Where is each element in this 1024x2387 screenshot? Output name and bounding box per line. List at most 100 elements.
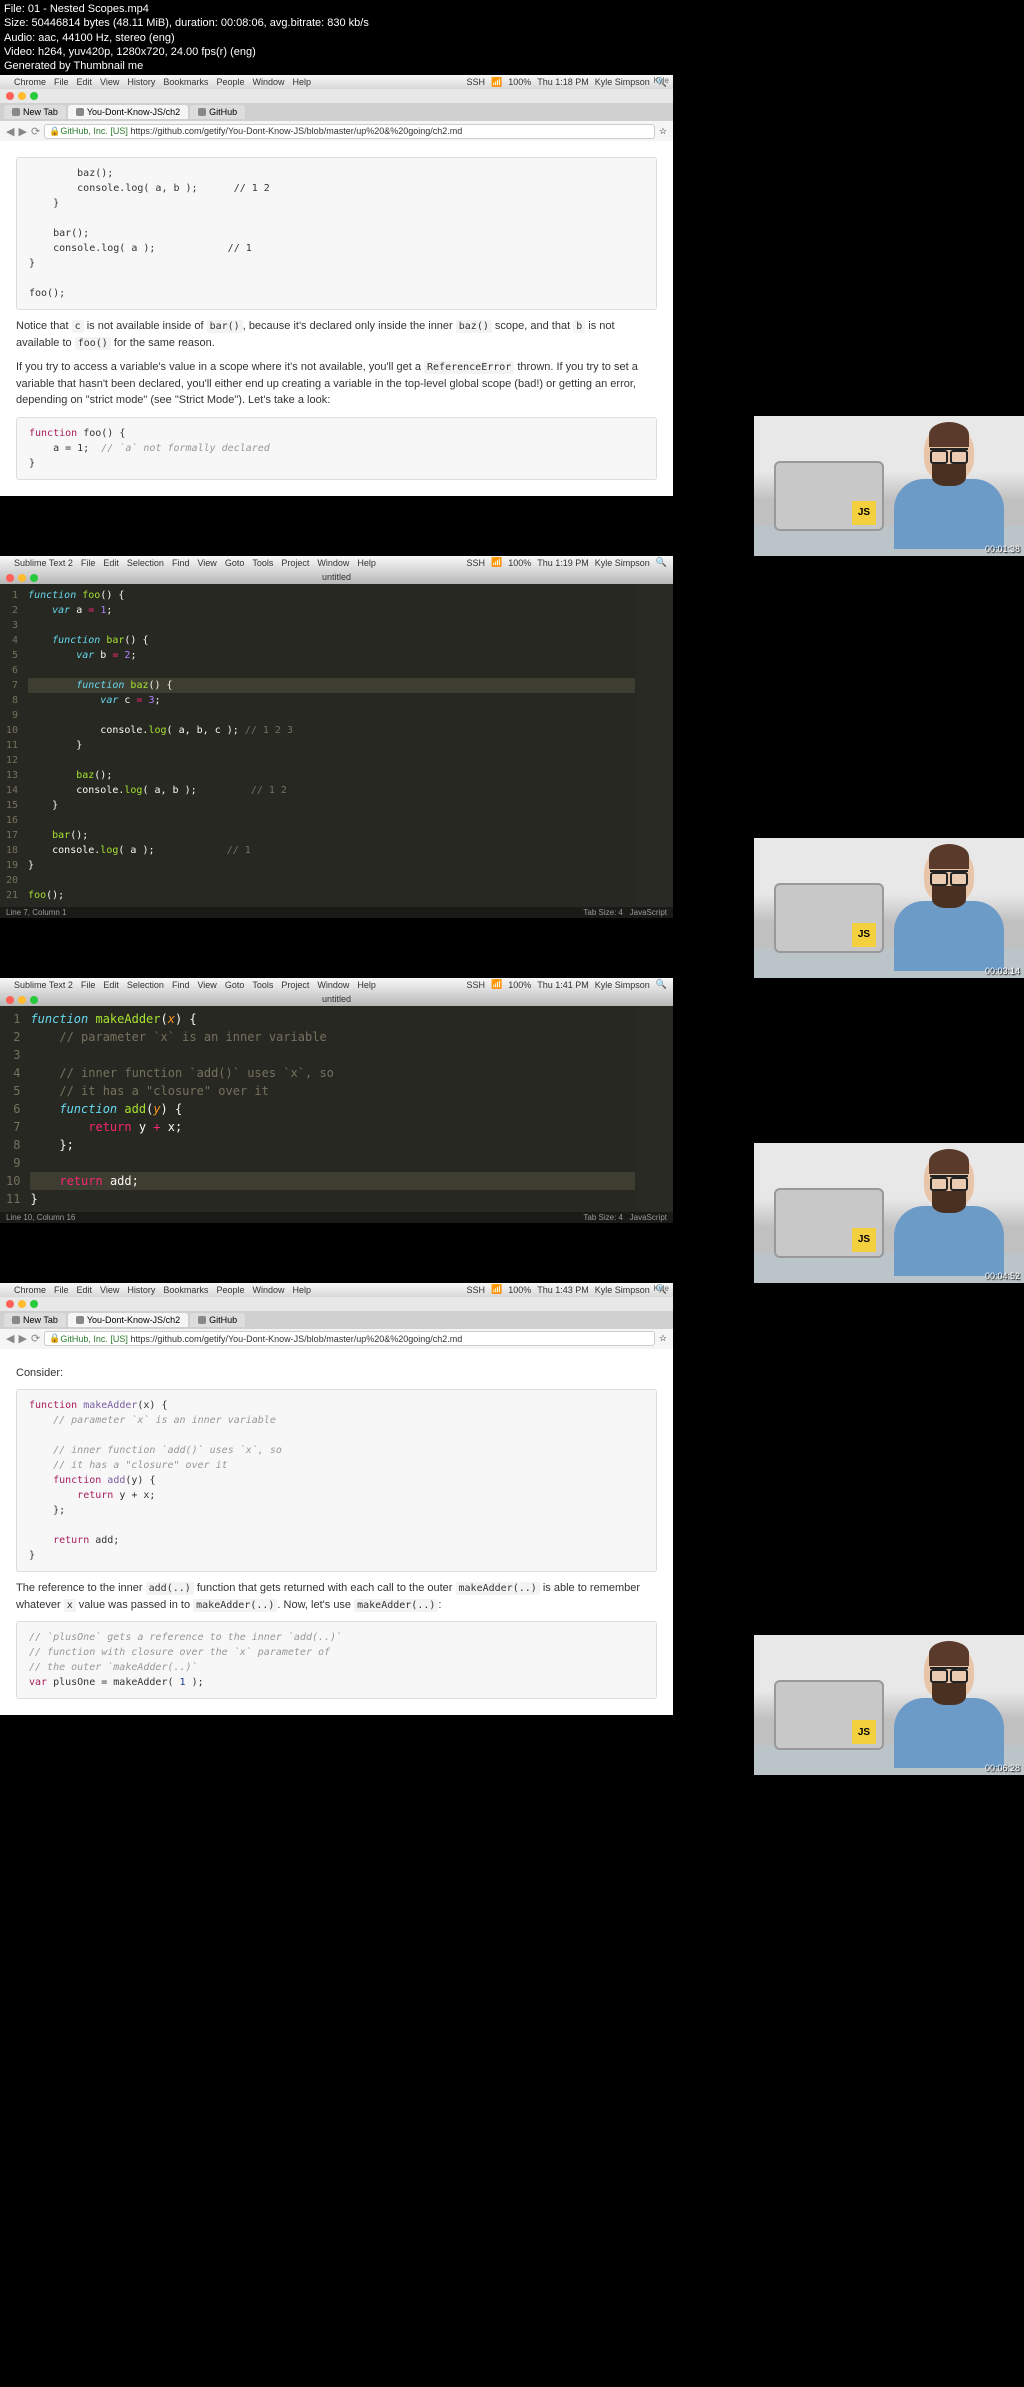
menu-edit[interactable]: Edit — [103, 980, 119, 990]
cursor-position: Line 7, Column 1 — [6, 908, 66, 917]
browser-tab[interactable]: New Tab — [4, 105, 66, 119]
menu-help[interactable]: Help — [357, 558, 376, 568]
back-button[interactable]: ◀ — [6, 125, 14, 138]
wifi-icon: 📶 — [491, 979, 502, 990]
menu-bookmarks[interactable]: Bookmarks — [163, 1285, 208, 1295]
syntax-mode[interactable]: JavaScript — [630, 1213, 667, 1222]
editor[interactable]: 1234567891011 function makeAdder(x) { //… — [0, 1006, 673, 1212]
minimap[interactable] — [637, 584, 673, 907]
laptop: JS — [774, 1188, 904, 1273]
menu-project[interactable]: Project — [281, 558, 309, 568]
menu-bookmarks[interactable]: Bookmarks — [163, 77, 208, 87]
menu-view[interactable]: View — [100, 1285, 119, 1295]
menu-file[interactable]: File — [81, 558, 96, 568]
menu-file[interactable]: File — [81, 980, 96, 990]
url-input[interactable]: 🔒GitHub, Inc. [US] https://github.com/ge… — [44, 124, 655, 139]
browser-tab[interactable]: GitHub — [190, 1313, 245, 1327]
menu-app[interactable]: Chrome — [14, 1285, 46, 1295]
minimap[interactable] — [637, 1006, 673, 1212]
browser-tab-active[interactable]: You-Dont-Know-JS/ch2 — [68, 105, 188, 119]
menu-people[interactable]: People — [216, 77, 244, 87]
menu-selection[interactable]: Selection — [127, 558, 164, 568]
close-button[interactable] — [6, 1300, 14, 1308]
menu-find[interactable]: Find — [172, 558, 190, 568]
menu-people[interactable]: People — [216, 1285, 244, 1295]
bookmark-icon[interactable]: ☆ — [659, 1333, 667, 1344]
menu-help[interactable]: Help — [357, 980, 376, 990]
menu-goto[interactable]: Goto — [225, 558, 245, 568]
window-controls: Kyle — [0, 1297, 673, 1311]
paragraph: Consider: — [16, 1365, 657, 1382]
minimize-button[interactable] — [18, 574, 26, 582]
search-icon[interactable]: 🔍 — [656, 979, 667, 990]
browser-tab[interactable]: New Tab — [4, 1313, 66, 1327]
menu-find[interactable]: Find — [172, 980, 190, 990]
minimize-button[interactable] — [18, 996, 26, 1004]
close-button[interactable] — [6, 574, 14, 582]
back-button[interactable]: ◀ — [6, 1332, 14, 1345]
menu-history[interactable]: History — [127, 1285, 155, 1295]
profile-name[interactable]: Kyle — [653, 76, 669, 85]
close-button[interactable] — [6, 92, 14, 100]
menu-window[interactable]: Window — [317, 558, 349, 568]
menu-view[interactable]: View — [197, 980, 216, 990]
url-input[interactable]: 🔒GitHub, Inc. [US] https://github.com/ge… — [44, 1331, 655, 1346]
menu-help[interactable]: Help — [292, 77, 311, 87]
menu-history[interactable]: History — [127, 77, 155, 87]
menu-view[interactable]: View — [197, 558, 216, 568]
tab-size[interactable]: Tab Size: 4 — [583, 1213, 623, 1222]
menu-edit[interactable]: Edit — [103, 558, 119, 568]
menu-tools[interactable]: Tools — [252, 558, 273, 568]
menu-edit[interactable]: Edit — [77, 1285, 93, 1295]
clock: Thu 1:43 PM — [537, 1285, 589, 1295]
minimize-button[interactable] — [18, 1300, 26, 1308]
instructor — [894, 1153, 1004, 1283]
close-button[interactable] — [6, 996, 14, 1004]
profile-name[interactable]: Kyle — [653, 1284, 669, 1293]
reload-button[interactable]: ⟳ — [31, 125, 40, 138]
menu-file[interactable]: File — [54, 1285, 69, 1295]
browser-window: Kyle New Tab You-Dont-Know-JS/ch2 GitHub… — [0, 1297, 673, 1716]
tab-size[interactable]: Tab Size: 4 — [583, 908, 623, 917]
menu-project[interactable]: Project — [281, 980, 309, 990]
menu-help[interactable]: Help — [292, 1285, 311, 1295]
menu-window[interactable]: Window — [252, 1285, 284, 1295]
clock: Thu 1:18 PM — [537, 77, 589, 87]
search-icon[interactable]: 🔍 — [656, 557, 667, 568]
menu-view[interactable]: View — [100, 77, 119, 87]
syntax-mode[interactable]: JavaScript — [630, 908, 667, 917]
maximize-button[interactable] — [30, 92, 38, 100]
code-area[interactable]: function foo() { var a = 1; function bar… — [26, 584, 637, 907]
menu-file[interactable]: File — [54, 77, 69, 87]
menu-app[interactable]: Sublime Text 2 — [14, 980, 73, 990]
maximize-button[interactable] — [30, 996, 38, 1004]
menu-tools[interactable]: Tools — [252, 980, 273, 990]
os-menubar: Sublime Text 2 File Edit Selection Find … — [0, 556, 673, 570]
ssh-icon: SSH — [466, 77, 485, 87]
browser-tab[interactable]: GitHub — [190, 105, 245, 119]
os-menubar: Sublime Text 2 File Edit Selection Find … — [0, 978, 673, 992]
menu-window[interactable]: Window — [317, 980, 349, 990]
menu-window[interactable]: Window — [252, 77, 284, 87]
bookmark-icon[interactable]: ☆ — [659, 126, 667, 137]
menu-goto[interactable]: Goto — [225, 980, 245, 990]
menu-selection[interactable]: Selection — [127, 980, 164, 990]
ssh-icon: SSH — [466, 980, 485, 990]
code-area[interactable]: function makeAdder(x) { // parameter `x`… — [28, 1006, 637, 1212]
meta-gen: Generated by Thumbnail me — [4, 59, 1020, 73]
browser-tab-active[interactable]: You-Dont-Know-JS/ch2 — [68, 1313, 188, 1327]
minimize-button[interactable] — [18, 92, 26, 100]
reload-button[interactable]: ⟳ — [31, 1332, 40, 1345]
instructor — [894, 848, 1004, 978]
editor[interactable]: 123456789101112131415161718192021 functi… — [0, 584, 673, 907]
forward-button[interactable]: ▶ — [18, 1332, 26, 1345]
forward-button[interactable]: ▶ — [18, 125, 26, 138]
maximize-button[interactable] — [30, 574, 38, 582]
instructor-video: JS 00:03:14 — [754, 838, 1024, 978]
clock: Thu 1:41 PM — [537, 980, 589, 990]
menu-edit[interactable]: Edit — [77, 77, 93, 87]
menu-app[interactable]: Sublime Text 2 — [14, 558, 73, 568]
menu-app[interactable]: Chrome — [14, 77, 46, 87]
maximize-button[interactable] — [30, 1300, 38, 1308]
user-name: Kyle Simpson — [595, 980, 650, 990]
